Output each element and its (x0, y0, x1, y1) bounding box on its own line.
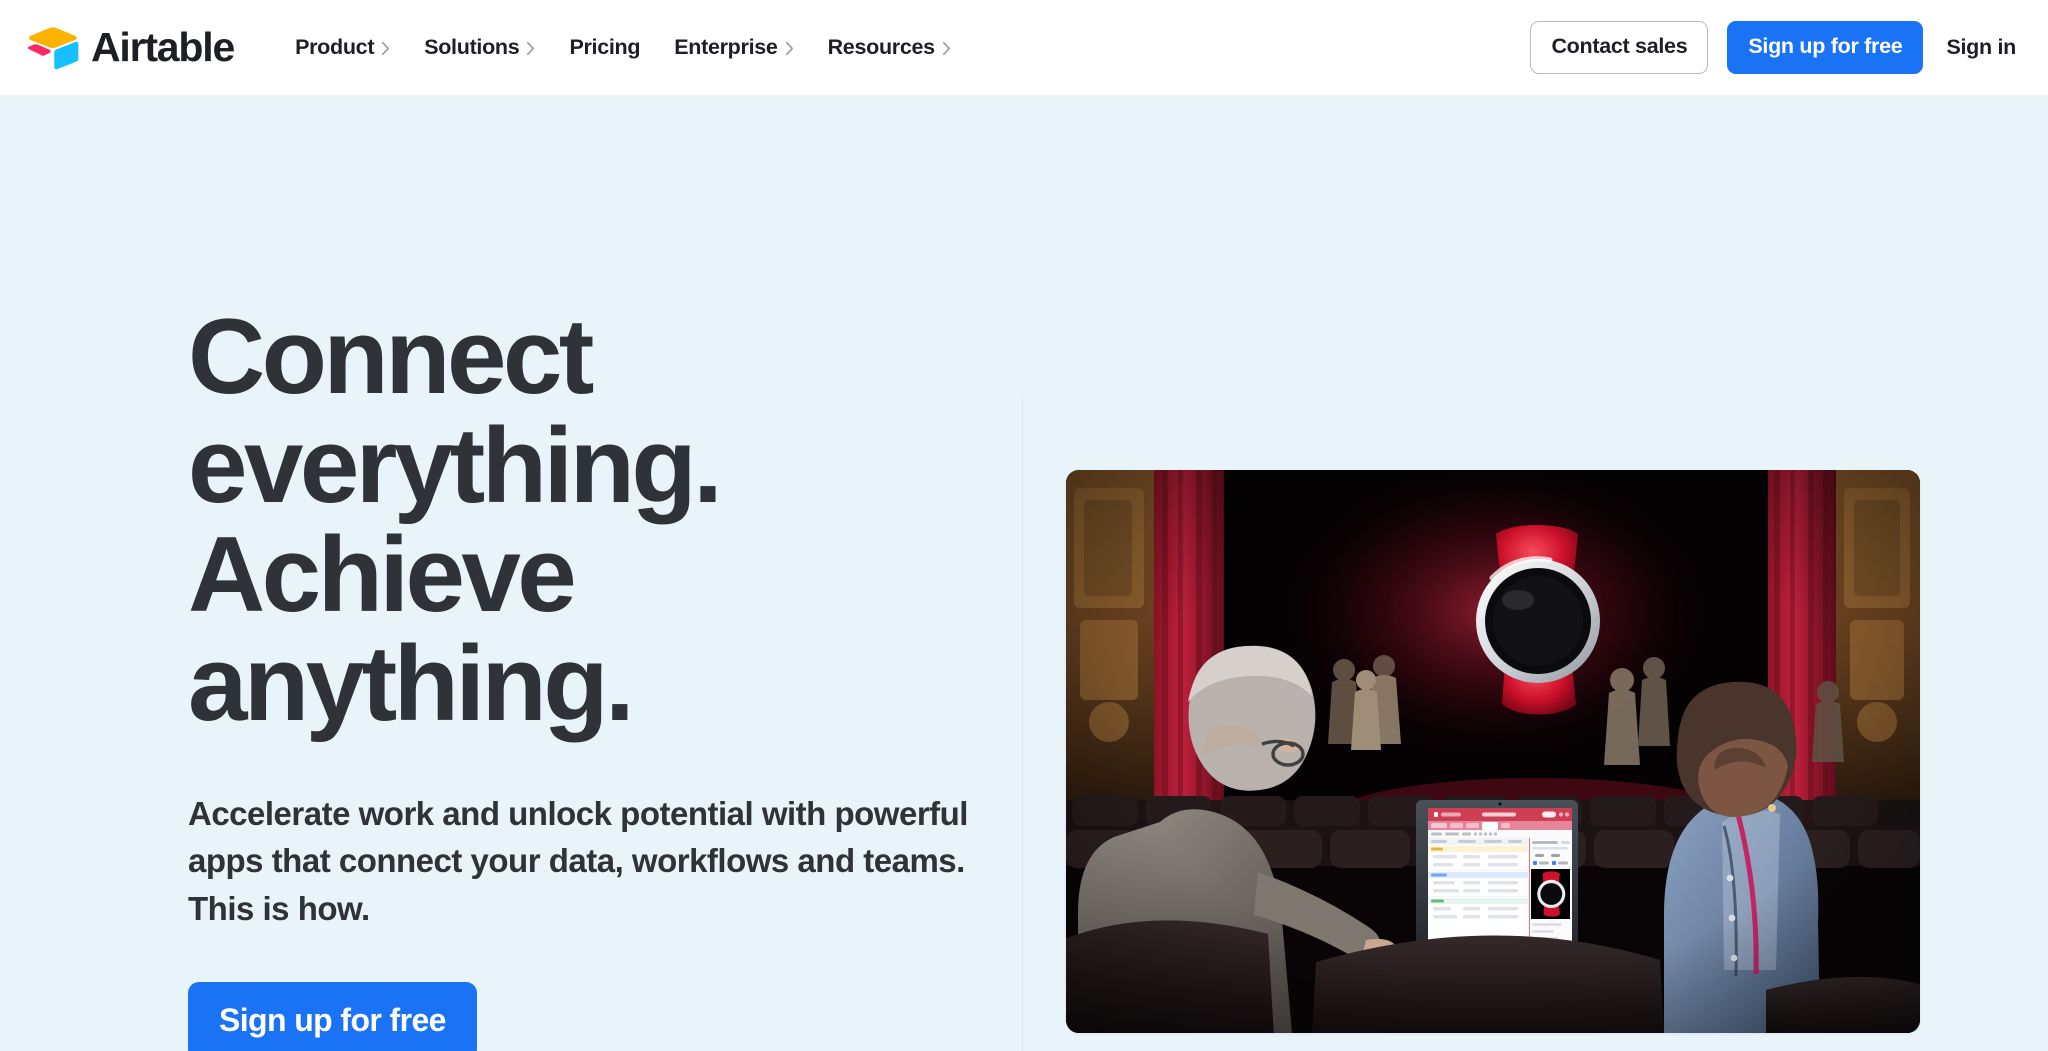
hero-headline-line-4: anything. (188, 623, 635, 744)
hero-copy-column: Connect everything. Achieve anything. Ac… (0, 95, 1022, 1051)
nav-item-enterprise[interactable]: Enterprise (657, 25, 810, 70)
nav-item-label: Solutions (424, 35, 520, 59)
nav-item-label: Enterprise (674, 35, 778, 59)
top-navigation-bar: Airtable Product Solutions Pricing Enter… (0, 0, 2048, 95)
nav-item-label: Product (295, 35, 375, 59)
primary-nav-links: Product Solutions Pricing Enterprise Res… (278, 25, 968, 70)
nav-item-product[interactable]: Product (278, 25, 407, 70)
airtable-wordmark: Airtable (91, 24, 235, 70)
hero-headline-line-2: everything. (188, 405, 723, 526)
nav-left-group: Airtable Product Solutions Pricing Enter… (26, 25, 968, 70)
hero-headline: Connect everything. Achieve anything. (188, 301, 1022, 739)
nav-item-pricing[interactable]: Pricing (552, 25, 657, 70)
hero-headline-line-3: Achieve (188, 514, 577, 635)
hero-vertical-divider (1022, 395, 1023, 1051)
airtable-logo-link[interactable]: Airtable (26, 24, 235, 70)
airtable-cube-logo-icon (26, 26, 80, 70)
chevron-right-icon (381, 40, 390, 56)
hero-media-column (1022, 95, 1920, 1033)
nav-item-resources[interactable]: Resources (811, 25, 968, 70)
hero-subheading: Accelerate work and unlock potential wit… (188, 794, 968, 928)
nav-item-label: Resources (827, 35, 936, 59)
hero-section: Connect everything. Achieve anything. Ac… (0, 95, 2048, 1051)
chevron-right-icon (785, 40, 794, 56)
hero-headline-line-1: Connect (188, 296, 594, 416)
hero-signup-button[interactable]: Sign up for free (188, 982, 477, 1051)
hero-theater-laptop-photo (1066, 470, 1920, 1033)
contact-sales-button[interactable]: Contact sales (1530, 21, 1709, 74)
chevron-right-icon (526, 40, 535, 56)
nav-item-label: Pricing (569, 35, 641, 59)
nav-right-group: Contact sales Sign up for free Sign in (1530, 21, 2020, 74)
nav-item-solutions[interactable]: Solutions (407, 25, 552, 70)
nav-signup-button[interactable]: Sign up for free (1727, 21, 1924, 74)
hero-inner-container: Connect everything. Achieve anything. Ac… (0, 95, 2048, 1051)
sign-in-link[interactable]: Sign in (1942, 29, 2020, 66)
chevron-right-icon (942, 40, 951, 56)
